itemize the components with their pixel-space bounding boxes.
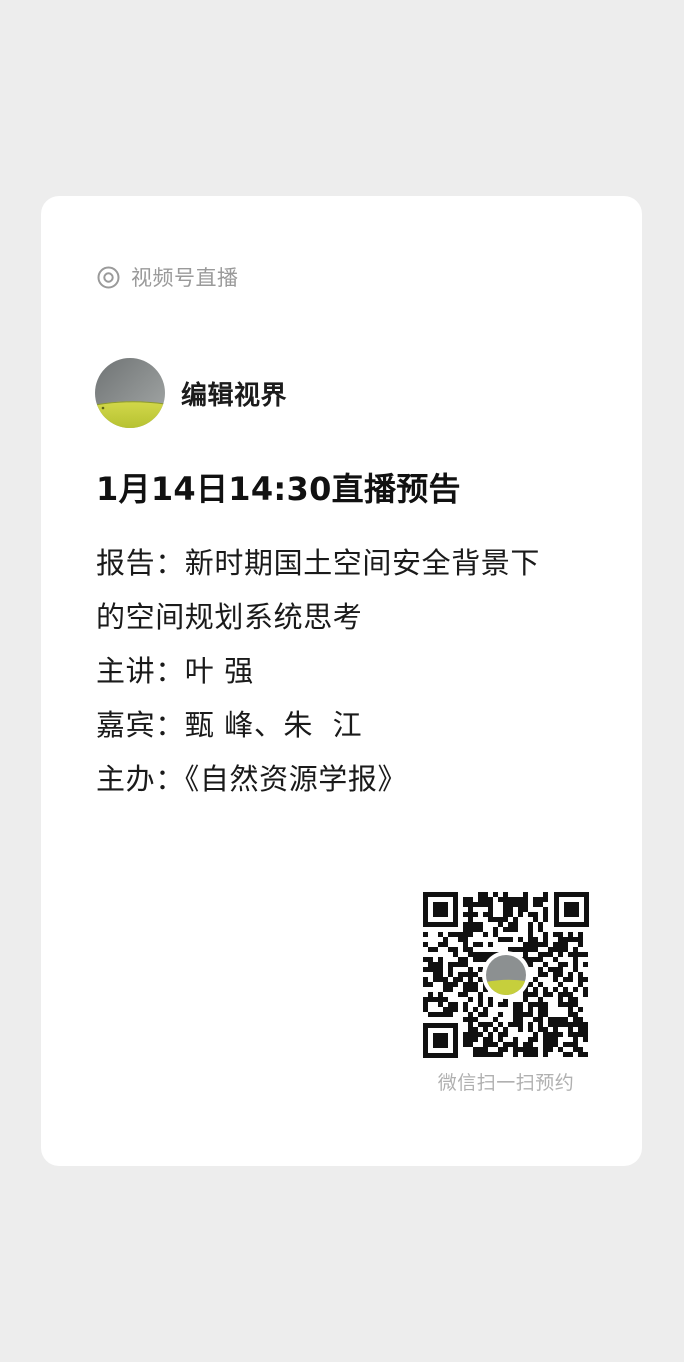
description-line: 报告：新时期国土空间安全背景下 xyxy=(96,546,541,580)
avatar[interactable] xyxy=(95,358,165,428)
live-preview-card: 视频号直播 编辑视界 1月14日14:30直播预告 报告：新时期国土空间安全背景… xyxy=(41,196,642,1166)
source-label: 视频号直播 xyxy=(131,266,239,290)
description-line: 的空间规划系统思考 xyxy=(96,600,363,634)
source-row: 视频号直播 xyxy=(97,260,239,294)
live-channel-icon xyxy=(97,266,120,289)
live-title: 1月14日14:30直播预告 xyxy=(96,470,461,508)
description-line: 嘉宾：甄 峰、朱 江 xyxy=(96,708,363,742)
qr-code-graphic[interactable] xyxy=(423,892,589,1058)
description: 报告：新时期国土空间安全背景下 的空间规划系统思考 主讲：叶 强 嘉宾：甄 峰、… xyxy=(96,536,596,806)
qr-caption: 微信扫一扫预约 xyxy=(437,1072,575,1094)
account-name[interactable]: 编辑视界 xyxy=(181,375,287,412)
qr-code[interactable] xyxy=(423,892,589,1058)
description-line: 主讲：叶 强 xyxy=(96,654,254,688)
qr-logo-avatar xyxy=(486,955,526,995)
account-row[interactable]: 编辑视界 xyxy=(95,358,287,428)
description-line: 主办：《自然资源学报》 xyxy=(96,762,408,796)
